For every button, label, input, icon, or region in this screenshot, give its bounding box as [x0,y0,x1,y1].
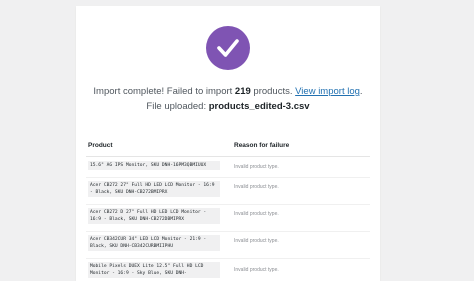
product-cell: Mobile Pixels DUEX Lite 12.5" Full HD LC… [88,262,220,279]
table-row: Acer CB342CUR 34" LED LCD Monitor - 21:9… [86,231,370,259]
success-badge [206,26,250,70]
reason-cell: Invalid product type. [234,211,279,217]
checkmark-icon [217,39,239,57]
status-middle: products. [250,86,296,97]
product-cell: Acer CB342CUR 34" LED LCD Monitor - 21:9… [88,235,220,252]
reason-cell: Invalid product type. [234,164,279,170]
product-cell: Acer CB272 27" Full HD LED LCD Monitor -… [88,181,220,198]
table-row: Acer CB272 D 27" Full HD LED LCD Monitor… [86,204,370,232]
reason-cell: Invalid product type. [234,238,279,244]
table-row: Mobile Pixels DUEX Lite 12.5" Full HD LC… [86,258,370,281]
uploaded-filename: products_edited-3.csv [208,101,310,112]
reason-column-header: Reason for failure [234,142,290,149]
reason-cell: Invalid product type. [234,267,279,273]
table-row: Acer CB272 27" Full HD LED LCD Monitor -… [86,177,370,205]
table-row: 15.6" AG IPS Monitor, SKU DNH-16PM3QBMIU… [86,157,370,178]
status-prefix: Import complete! Failed to import [93,86,235,97]
product-cell: 15.6" AG IPS Monitor, SKU DNH-16PM3QBMIU… [88,161,220,171]
product-cell: Acer CB272 D 27" Full HD LED LCD Monitor… [88,208,220,225]
reason-cell: Invalid product type. [234,184,279,190]
import-result-card: Import complete! Failed to import 219 pr… [76,6,380,281]
failures-table-header: Product Reason for failure [86,136,370,157]
failed-count: 219 [234,86,251,97]
view-import-log-link[interactable]: View import log [295,86,360,97]
import-status-message: Import complete! Failed to import 219 pr… [90,84,366,114]
product-column-header: Product [88,142,113,149]
